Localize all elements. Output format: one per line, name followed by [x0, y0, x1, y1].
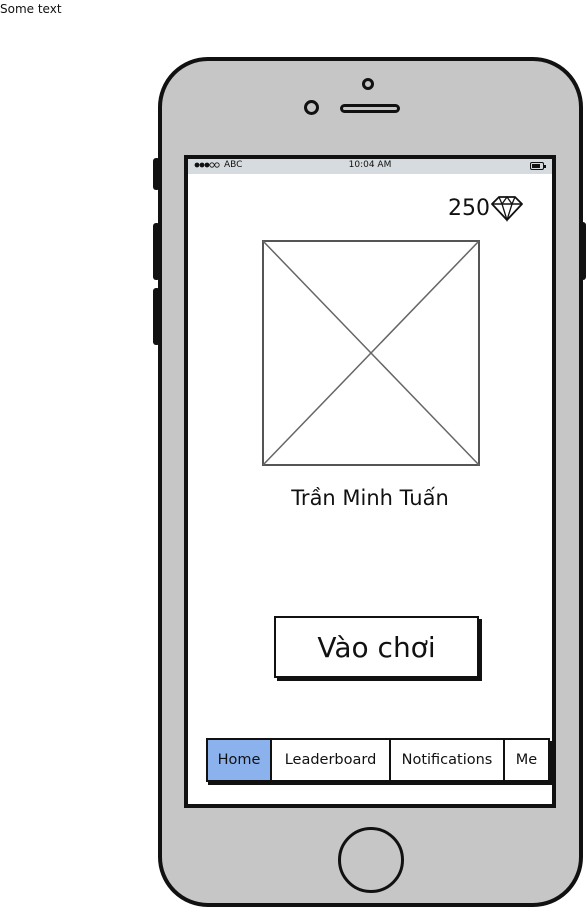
tab-leaderboard[interactable]: Leaderboard [272, 740, 391, 780]
sensor-icon [304, 100, 319, 115]
gem-count: 250 [448, 195, 490, 221]
tab-me[interactable]: Me [505, 740, 548, 780]
tab-notifications[interactable]: Notifications [391, 740, 505, 780]
avatar-image-placeholder [262, 240, 480, 466]
diamond-icon [491, 195, 523, 222]
player-name: Trần Minh Tuấn [291, 486, 449, 510]
camera-icon [362, 78, 374, 90]
speaker-grille [340, 104, 400, 113]
bottom-tab-bar: Home Leaderboard Notifications Me [206, 738, 550, 782]
gem-balance: 250 [448, 194, 524, 222]
play-button[interactable]: Vào chơi [274, 616, 479, 678]
corner-text: Some text [0, 2, 62, 16]
tab-home[interactable]: Home [208, 740, 272, 780]
status-time: 10:04 AM [348, 160, 392, 170]
status-bar: ABC 10:04 AM [188, 159, 552, 174]
battery-icon [530, 162, 546, 170]
home-hardware-button[interactable] [338, 827, 404, 893]
